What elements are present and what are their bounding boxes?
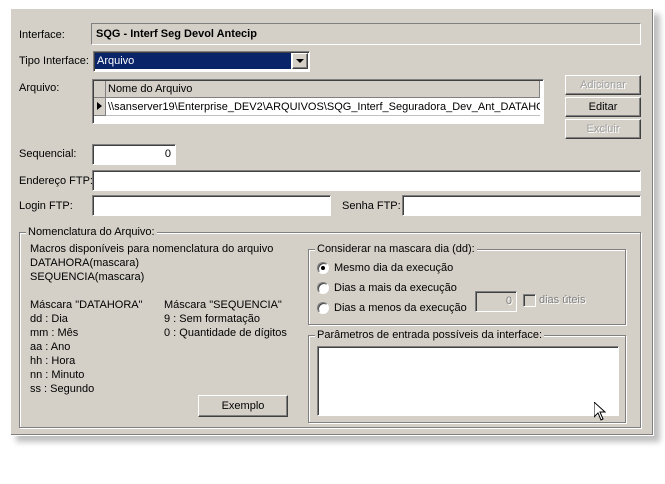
radio-selected-dot <box>321 266 325 270</box>
endereco-ftp-label: Endereço FTP: <box>19 175 93 187</box>
login-ftp-label: Login FTP: <box>19 200 73 212</box>
column-header-nome-arquivo: Nome do Arquivo <box>108 83 193 95</box>
row-pointer-icon <box>97 102 102 110</box>
radio-dias-menos-label[interactable]: Dias a menos da execução <box>334 302 467 315</box>
macro-sequencia: SEQUENCIA(mascara) <box>30 271 145 283</box>
datahora-title: Máscara "DATAHORA" <box>30 299 143 311</box>
radio-dias-mais[interactable] <box>317 282 329 294</box>
interface-config-window: Interface: SQG - Interf Seg Devol Anteci… <box>10 8 654 436</box>
sequencial-value: 0 <box>164 148 171 160</box>
sequencia-item: 9 : Sem formatação <box>164 313 260 325</box>
interface-label: Interface: <box>19 29 65 41</box>
interface-value: SQG - Interf Seg Devol Antecip <box>96 28 257 40</box>
macros-title: Macros disponíveis para nomenclatura do … <box>30 243 274 255</box>
arquivo-path-cell: \\sanserver19\Enterprise_DEV2\ARQUIVOS\S… <box>108 101 540 113</box>
radio-dias-mais-label[interactable]: Dias a mais da execução <box>334 282 457 295</box>
macro-datahora: DATAHORA(mascara) <box>30 257 139 269</box>
interface-value-box: SQG - Interf Seg Devol Antecip <box>91 23 641 45</box>
exemplo-button[interactable]: Exemplo <box>198 395 288 417</box>
editar-button[interactable]: Editar <box>565 97 641 117</box>
sequencia-title: Máscara "SEQUENCIA" <box>164 299 282 311</box>
senha-ftp-input[interactable] <box>402 195 641 216</box>
row-indicator <box>94 98 106 116</box>
tipo-interface-label: Tipo Interface: <box>19 55 89 67</box>
datahora-item: dd : Dia <box>30 313 68 325</box>
considerar-group: Considerar na mascara dia (dd): Mesmo di… <box>308 242 626 325</box>
senha-ftp-label: Senha FTP: <box>342 200 401 212</box>
adicionar-button[interactable]: Adicionar <box>565 75 641 95</box>
dias-quantidade-value: 0 <box>505 295 512 307</box>
dias-uteis-checkbox[interactable] <box>523 294 536 307</box>
tipo-interface-select[interactable]: Arquivo <box>93 51 310 72</box>
login-ftp-input[interactable] <box>92 195 331 216</box>
mouse-cursor-icon <box>594 402 606 421</box>
excluir-button[interactable]: Excluir <box>565 119 641 139</box>
arquivo-label: Arquivo: <box>19 82 60 94</box>
radio-mesmo-dia-label[interactable]: Mesmo dia da execução <box>334 262 453 275</box>
nomenclatura-title: Nomenclatura do Arquivo: <box>26 225 157 239</box>
tipo-interface-selected: Arquivo <box>95 53 291 69</box>
dias-quantidade-input[interactable]: 0 <box>475 291 517 312</box>
radio-mesmo-dia[interactable] <box>317 262 329 274</box>
parametros-title: Parâmetros de entrada possíveis da inter… <box>315 328 545 342</box>
dias-uteis-label: dias úteis <box>539 294 586 306</box>
sequencial-label: Sequencial: <box>19 148 77 160</box>
grid-corner <box>94 81 106 98</box>
sequencia-item: 0 : Quantidade de dígitos <box>164 327 287 339</box>
grid-column-header[interactable]: Nome do Arquivo <box>106 81 540 98</box>
datahora-item: mm : Mês <box>30 327 79 339</box>
chevron-down-icon <box>296 59 304 63</box>
tipo-dropdown-button[interactable] <box>292 53 308 69</box>
datahora-item: nn : Minuto <box>30 369 85 381</box>
sequencial-input[interactable]: 0 <box>92 144 176 165</box>
parametros-textarea[interactable] <box>317 346 619 416</box>
table-row[interactable]: \\sanserver19\Enterprise_DEV2\ARQUIVOS\S… <box>106 98 540 116</box>
arquivo-grid[interactable]: Nome do Arquivo \\sanserver19\Enterprise… <box>92 79 544 124</box>
radio-dias-menos[interactable] <box>317 302 329 314</box>
datahora-item: aa : Ano <box>30 341 71 353</box>
tipo-interface-value: Arquivo <box>97 55 135 67</box>
parametros-group: Parâmetros de entrada possíveis da inter… <box>308 328 626 423</box>
datahora-item: ss : Segundo <box>30 383 95 395</box>
endereco-ftp-input[interactable] <box>92 170 641 191</box>
considerar-title: Considerar na mascara dia (dd): <box>315 242 477 256</box>
nomenclatura-group: Nomenclatura do Arquivo: Macros disponív… <box>19 225 641 428</box>
datahora-item: hh : Hora <box>30 355 76 367</box>
